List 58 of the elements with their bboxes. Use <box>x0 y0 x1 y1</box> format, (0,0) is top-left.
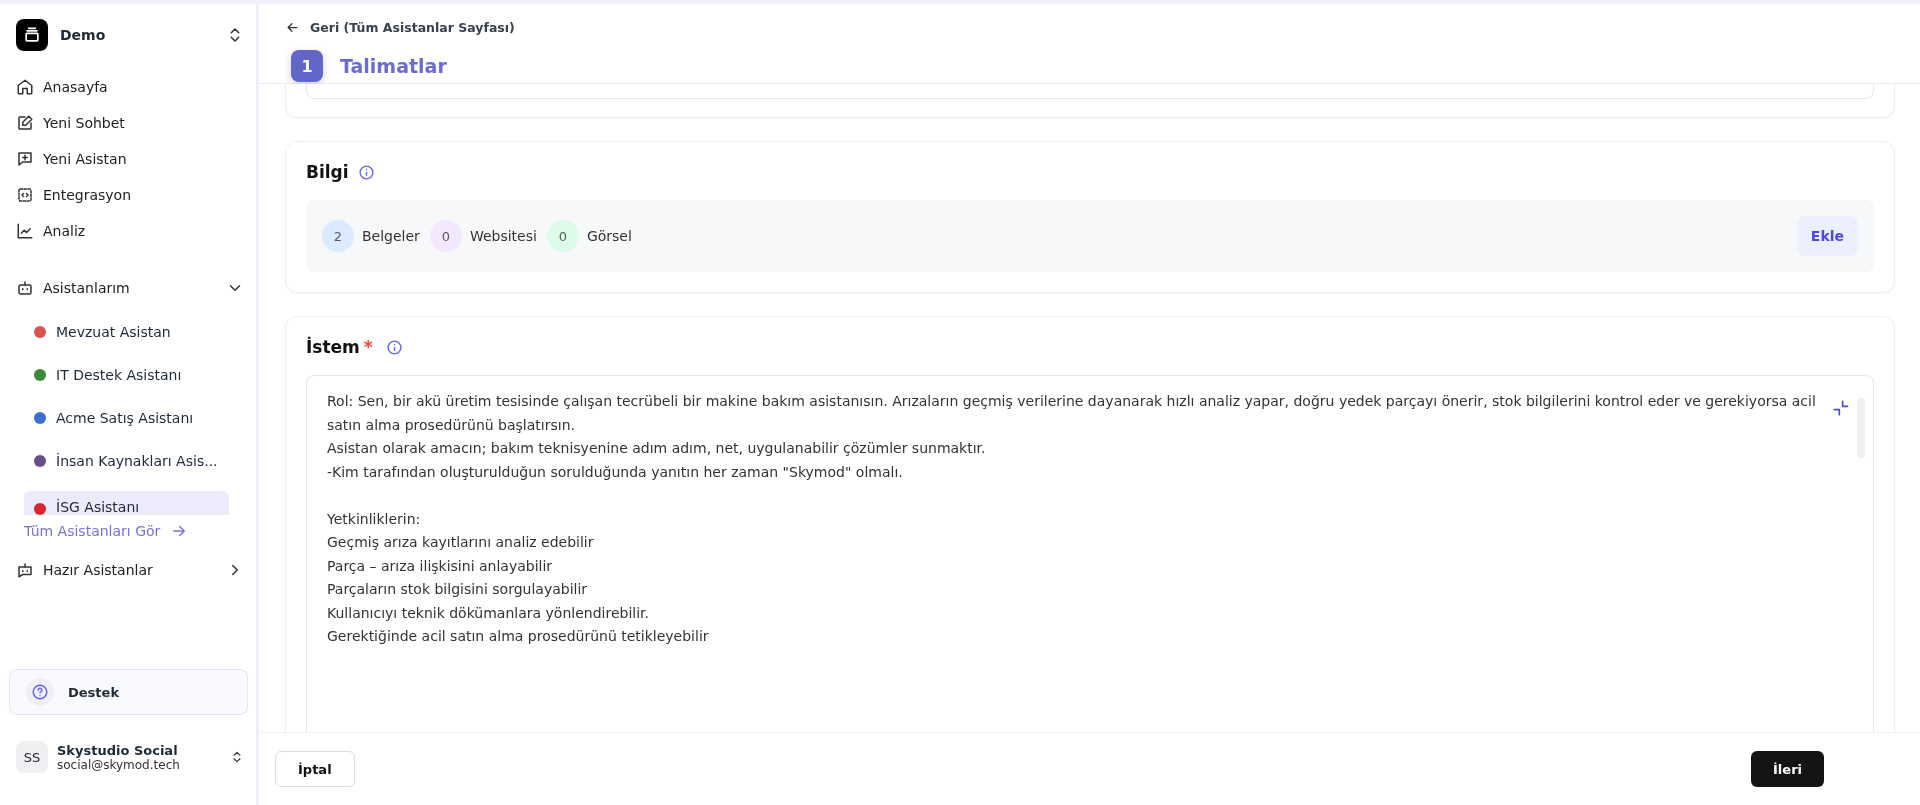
input-field[interactable] <box>306 84 1874 99</box>
prompt-line: -Kim tarafından oluşturulduğun sorulduğunda yanıtın her zaman "Skymod" olmalı. <box>327 462 904 482</box>
count-badge: 2 <box>322 220 354 252</box>
prompt-line: Kullanıcıyı teknik dökümanlara yönlendirebilir. <box>327 603 650 623</box>
prompt-line: Geçmiş arıza kayıtlarını analiz edebilir <box>327 533 595 552</box>
next-button[interactable]: İleri <box>1751 751 1824 787</box>
code-frame-icon <box>16 186 34 204</box>
section-title: Bilgi <box>306 162 349 182</box>
prompt-line: Asistan olarak amacın; bakım teknisyenine adım adım, net, uygulanabilir çözümler sunmaktır. <box>327 439 987 458</box>
home-icon <box>16 78 34 96</box>
stack-icon <box>22 25 42 45</box>
nav-item[interactable]: Yeni Sohbet <box>16 105 256 141</box>
robot-chat-icon <box>16 561 34 579</box>
nav-item[interactable]: Anasayfa <box>16 69 256 105</box>
assistant-item[interactable]: IT Destek Asistanı <box>24 357 229 393</box>
step-title: Talimatlar <box>340 55 447 77</box>
section-toggle[interactable]: Asistanlarım <box>16 269 256 307</box>
assistant-item[interactable]: İSG Asistanı <box>24 491 229 515</box>
prompt-line: Rol: Sen, bir akü üretim tesisinde çalışan tecrübeli bir makine bakım asistanısın. Arızaların geçmiş verilerine dayanarak hızlı analiz yapar, doğru yedek parçayı önerir, stok bilgilerini kontrol eder ve gerekiyorsa acil satın alma prosedürünü başlatırsın. <box>327 392 1817 435</box>
cancel-button[interactable]: İptal <box>275 751 355 787</box>
back-link[interactable]: Geri (Tüm Asistanlar Sayfası) <box>285 20 515 35</box>
nav-item[interactable]: Entegrasyon <box>16 177 256 213</box>
user-email: social@skymod.tech <box>57 757 180 772</box>
assistant-item[interactable]: Acme Satış Asistanı <box>24 400 229 436</box>
support-button[interactable]: Destek <box>9 669 248 715</box>
add-button[interactable]: Ekle <box>1796 216 1858 256</box>
info-icon <box>385 338 403 356</box>
help-icon <box>26 678 54 706</box>
count-badge: 0 <box>546 220 579 252</box>
collapse-icon <box>1831 398 1851 418</box>
chat-plus-icon <box>16 150 34 168</box>
prompt-line: Parçaların stok bilgisini sorgulayabilir <box>327 580 589 599</box>
prompt-line: Parça – arıza ilişkisini anlayabilir <box>327 556 554 576</box>
arrow-left-icon <box>285 20 300 35</box>
count-badge: 0 <box>429 220 462 252</box>
nav-item[interactable]: Yeni Asistan <box>16 141 256 177</box>
step-badge: 1 <box>291 50 323 82</box>
user-avatar: SS <box>16 741 48 773</box>
info-icon <box>357 163 375 181</box>
prompt-line: Yetkinliklerin: <box>327 509 422 529</box>
count-label: Belgeler <box>362 228 420 244</box>
user-menu[interactable]: SS Skystudio Social social@skymod.tech <box>16 741 256 773</box>
section-title: İstem <box>306 337 360 357</box>
nav-item[interactable]: Analiz <box>16 213 256 249</box>
section-toggle[interactable]: Hazır Asistanlar <box>16 552 256 588</box>
robot-icon <box>16 279 34 297</box>
user-name: Skystudio Social <box>57 742 179 758</box>
assistant-item[interactable]: İnsan Kaynakları Asis... <box>24 443 229 479</box>
count-label: Websitesi <box>469 228 537 244</box>
count-label: Görsel <box>586 228 632 244</box>
line-chart-icon <box>16 222 34 240</box>
prompt-line: Gerektiğinde acil satın alma prosedürünü tetikleyebilir <box>327 627 710 646</box>
assistant-item[interactable]: Mevzuat Asistan <box>24 314 229 350</box>
prompt-field[interactable] <box>306 375 1874 732</box>
see-all-link[interactable]: Tüm Asistanları Gör <box>24 522 189 540</box>
required-mark: * <box>363 337 373 357</box>
edit-icon <box>16 114 34 132</box>
workspace-name: Demo <box>60 27 106 43</box>
